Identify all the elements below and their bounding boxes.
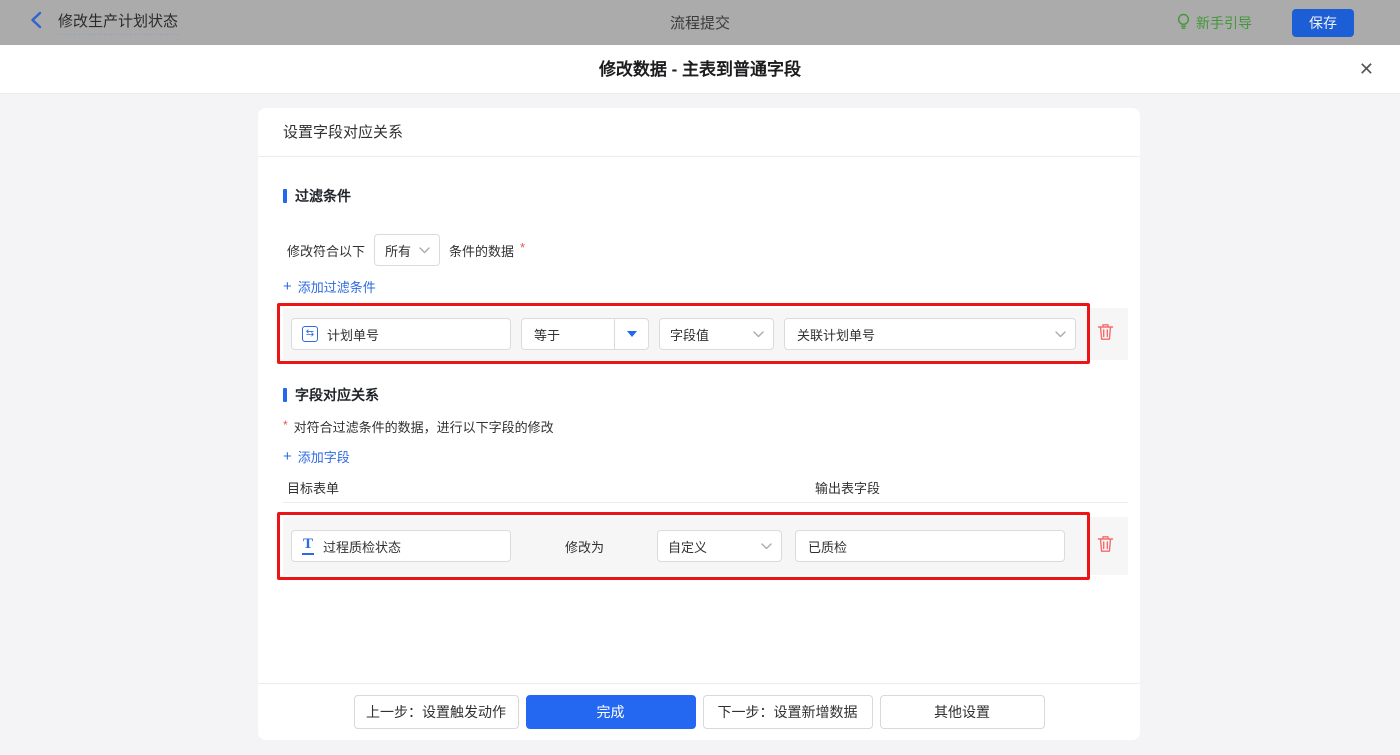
filter-field-picker[interactable]: ⇆ 计划单号 (291, 318, 511, 350)
prev-step-button[interactable]: 上一步：设置触发动作 (354, 695, 519, 729)
lightbulb-icon (1176, 13, 1191, 33)
condition-match-value: 所有 (375, 241, 419, 260)
workflow-name-title[interactable]: 修改生产计划状态 (58, 10, 178, 35)
condition-prefix-label: 修改符合以下 (287, 241, 365, 260)
close-icon[interactable]: ✕ (1359, 60, 1374, 78)
triangle-down-icon (627, 331, 637, 337)
filter-condition-row: ⇆ 计划单号 等于 字段值 关联计划单号 (283, 308, 1128, 360)
beginner-guide-link[interactable]: 新手引导 (1176, 13, 1252, 33)
value-type-select[interactable]: 字段值 (659, 318, 774, 350)
section-bar (283, 189, 287, 203)
compare-value-select[interactable]: 关联计划单号 (784, 318, 1076, 350)
save-button[interactable]: 保存 (1292, 9, 1354, 37)
section-bar (283, 388, 287, 402)
add-field-button[interactable]: + 添加字段 (283, 447, 350, 465)
mapping-description: * 对符合过滤条件的数据，进行以下字段的修改 (283, 417, 554, 435)
add-filter-condition-button[interactable]: + 添加过滤条件 (283, 277, 376, 295)
required-mark: * (283, 418, 288, 432)
other-settings-button[interactable]: 其他设置 (880, 695, 1045, 729)
serial-number-field-icon: ⇆ (302, 326, 318, 342)
operator-value: 等于 (522, 325, 614, 344)
mapping-section-title: 字段对应关系 (283, 387, 379, 403)
add-filter-condition-label: 添加过滤条件 (298, 277, 376, 296)
mapping-description-text: 对符合过滤条件的数据，进行以下字段的修改 (294, 417, 554, 436)
add-field-label: 添加字段 (298, 447, 350, 466)
modify-to-label: 修改为 (565, 537, 604, 556)
condition-match-row: 修改符合以下 所有 条件的数据 * (287, 234, 525, 266)
plus-icon: + (283, 279, 292, 294)
chevron-down-icon (1055, 331, 1066, 338)
filter-field-value: 计划单号 (327, 325, 379, 344)
next-step-button[interactable]: 下一步：设置新增数据 (703, 695, 873, 729)
delete-mapping-row-button[interactable] (1097, 535, 1114, 558)
settings-panel: 设置字段对应关系 过滤条件 修改符合以下 所有 条件的数据 * + 添加过滤条件… (258, 108, 1140, 740)
trash-icon (1097, 323, 1114, 346)
topbar: 修改生产计划状态 流程提交 新手引导 保存 (0, 0, 1400, 45)
output-type-select[interactable]: 自定义 (657, 530, 782, 562)
operator-dropdown-trigger[interactable] (614, 319, 648, 349)
field-mapping-row: T 过程质检状态 修改为 自定义 (283, 517, 1128, 575)
output-value-input[interactable] (795, 530, 1065, 562)
mapping-section-title-text: 字段对应关系 (295, 385, 379, 405)
dialog-header: 修改数据 - 主表到普通字段 ✕ (0, 45, 1400, 94)
compare-value: 关联计划单号 (785, 325, 1055, 344)
plus-icon: + (283, 449, 292, 464)
done-button[interactable]: 完成 (526, 695, 696, 729)
target-field-picker[interactable]: T 过程质检状态 (291, 530, 511, 562)
target-field-value: 过程质检状态 (323, 537, 401, 556)
back-chevron-icon (30, 11, 42, 34)
beginner-guide-label: 新手引导 (1196, 13, 1252, 33)
header-divider (283, 502, 1128, 503)
topbar-actions: 新手引导 保存 (1176, 0, 1354, 45)
panel-header: 设置字段对应关系 (258, 108, 1140, 157)
text-field-icon: T (302, 537, 314, 555)
chevron-down-icon (761, 543, 772, 550)
back-button[interactable] (30, 11, 42, 34)
chevron-down-icon (753, 331, 764, 338)
filter-section-title: 过滤条件 (283, 188, 351, 204)
column-header-output-field: 输出表字段 (815, 478, 880, 497)
filter-section-title-text: 过滤条件 (295, 186, 351, 206)
output-type-value: 自定义 (658, 537, 761, 556)
operator-select[interactable]: 等于 (521, 318, 649, 350)
required-mark: * (520, 240, 525, 255)
value-type-value: 字段值 (660, 325, 753, 344)
column-header-target-form: 目标表单 (287, 478, 339, 497)
condition-match-select[interactable]: 所有 (374, 234, 440, 266)
delete-filter-row-button[interactable] (1097, 323, 1114, 346)
condition-suffix-label: 条件的数据 (449, 241, 514, 260)
panel-footer: 上一步：设置触发动作 完成 下一步：设置新增数据 其他设置 (258, 683, 1140, 740)
dialog-title: 修改数据 - 主表到普通字段 (0, 45, 1400, 94)
chevron-down-icon (419, 247, 430, 254)
trash-icon (1097, 535, 1114, 558)
